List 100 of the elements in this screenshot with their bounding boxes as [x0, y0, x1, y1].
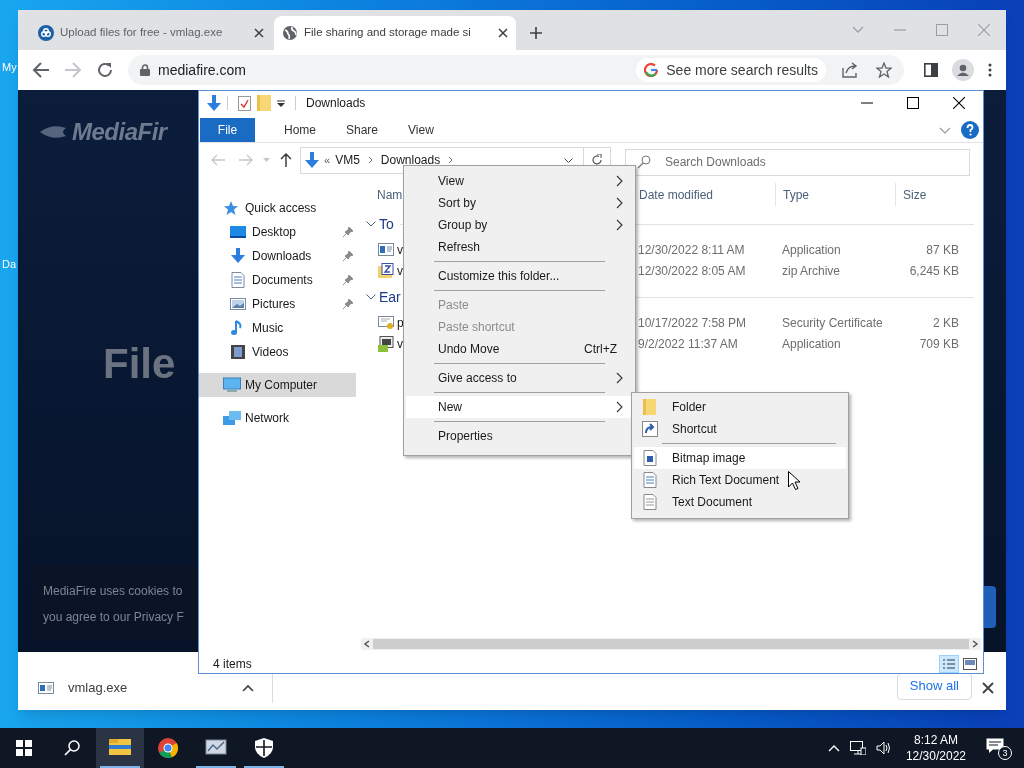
share-icon[interactable]	[842, 62, 860, 78]
pin-icon[interactable]	[343, 251, 353, 261]
start-icon[interactable]	[16, 740, 32, 756]
menu-item[interactable]: Customize this folder...	[406, 265, 633, 287]
pictures-icon	[230, 296, 248, 312]
chevron-up-icon[interactable]	[827, 744, 840, 752]
maximize-icon[interactable]	[907, 97, 919, 109]
menu-item[interactable]: Text Document	[634, 491, 846, 513]
table-cell-text: 2 KB	[932, 314, 960, 332]
profile-icon[interactable]	[952, 59, 974, 81]
menu-item[interactable]: Refresh	[406, 236, 633, 258]
nav-item[interactable]: Desktop	[199, 220, 361, 244]
close-icon[interactable]	[953, 97, 965, 109]
breadcrumb-item[interactable]: Downloads	[380, 151, 441, 169]
file-name[interactable]: v	[397, 261, 403, 280]
logo-text: MediaFir	[72, 117, 167, 147]
chevron-down-icon[interactable]	[564, 157, 573, 163]
table-cell-text: 9/2/2022 11:37 AM	[637, 335, 739, 353]
network-icon[interactable]	[849, 741, 866, 755]
menu-item[interactable]: Shortcut	[634, 418, 846, 440]
file-name[interactable]: v	[397, 240, 403, 259]
pin-icon[interactable]	[343, 299, 353, 309]
menu-item[interactable]: Folder	[634, 396, 846, 418]
column-header[interactable]: Date modified	[639, 185, 714, 204]
notification-count: 3	[998, 746, 1012, 760]
chevron-right-icon[interactable]	[616, 219, 623, 231]
column-header[interactable]: Nam	[377, 185, 403, 204]
table-cell-text: 12/30/2022 8:05 AM	[637, 262, 747, 280]
pin-icon[interactable]	[343, 227, 353, 237]
file-name[interactable]: v	[397, 334, 403, 353]
nav-item[interactable]: Network	[199, 406, 361, 430]
computer-icon	[223, 377, 241, 393]
ribbon-tab[interactable]: View	[393, 118, 449, 142]
refresh-icon[interactable]	[591, 154, 603, 166]
menu-item[interactable]: Give access to	[406, 367, 633, 389]
download-icon	[230, 248, 248, 264]
search-chip[interactable]: See more search results	[636, 58, 826, 82]
zip-folder-icon	[378, 262, 394, 279]
thumbnail-view-icon[interactable]	[963, 657, 977, 670]
dropdown-icon[interactable]	[277, 99, 285, 107]
browser-tab[interactable]: File sharing and storage made si	[274, 16, 516, 50]
horizontal-scrollbar[interactable]	[361, 638, 981, 650]
menu-item[interactable]: Bitmap image	[634, 447, 846, 469]
search-icon	[637, 154, 651, 169]
nav-item[interactable]: My Computer	[199, 373, 356, 397]
up-arrow-icon[interactable]	[280, 153, 292, 167]
file-name[interactable]: p	[397, 313, 404, 332]
nav-item[interactable]: Quick access	[199, 196, 361, 220]
group-header[interactable]: To	[379, 213, 394, 235]
image-file-icon	[642, 450, 658, 466]
window-title: Downloads	[306, 95, 366, 112]
reload-icon[interactable]	[96, 61, 114, 79]
browser-tab[interactable]: Upload files for free - vmlag.exe	[30, 16, 272, 50]
menu-item[interactable]: Properties	[406, 425, 633, 447]
menu-icon[interactable]	[988, 63, 992, 77]
ribbon-tab[interactable]: File	[200, 118, 255, 142]
menu-item[interactable]: Group by	[406, 214, 633, 236]
column-header[interactable]: Type	[783, 185, 809, 204]
nav-item[interactable]: Pictures	[199, 292, 361, 316]
text-file-icon	[642, 494, 658, 510]
close-icon[interactable]	[498, 28, 508, 38]
clock[interactable]: 8:12 AM 12/30/2022	[901, 732, 970, 764]
chevron-right-icon[interactable]	[616, 175, 623, 187]
ribbon-tab[interactable]: Share	[331, 118, 394, 142]
volume-icon[interactable]	[875, 741, 892, 755]
nav-item[interactable]: Documents	[199, 268, 361, 292]
menu-item[interactable]: Undo Move Ctrl+Z	[406, 338, 633, 360]
address-text: mediafire.com	[158, 60, 246, 80]
nav-item[interactable]: Music	[199, 316, 361, 340]
close-icon[interactable]	[982, 682, 994, 694]
chevron-down-icon[interactable]	[366, 221, 376, 227]
chevron-right-icon[interactable]	[616, 372, 623, 384]
pin-icon[interactable]	[343, 275, 353, 285]
table-cell-text: 709 KB	[918, 335, 960, 353]
back-icon[interactable]	[32, 61, 50, 79]
nav-item[interactable]: Videos	[199, 340, 361, 364]
chevron-right-icon[interactable]	[616, 401, 623, 413]
chevron-down-icon[interactable]	[366, 294, 376, 300]
details-view-icon[interactable]	[939, 654, 959, 673]
notification-button[interactable]: 3	[984, 736, 1014, 760]
help-icon[interactable]	[961, 121, 979, 139]
menu-item[interactable]: New	[406, 396, 633, 418]
side-panel-icon[interactable]	[924, 63, 938, 77]
group-header[interactable]: Ear	[379, 286, 401, 308]
search-field[interactable]: Search Downloads	[625, 148, 970, 176]
chevron-right-icon[interactable]	[616, 197, 623, 209]
menu-item[interactable]: Rich Text Document	[634, 469, 846, 491]
taskbar-app[interactable]	[96, 728, 144, 768]
breadcrumb-item[interactable]: VM5	[335, 151, 360, 169]
search-icon[interactable]	[64, 740, 80, 756]
close-icon[interactable]	[254, 28, 264, 38]
caret-up-icon[interactable]	[242, 684, 254, 692]
column-header[interactable]: Size	[903, 185, 927, 204]
ribbon-tab[interactable]: Home	[269, 118, 331, 142]
address-bar[interactable]: mediafire.com See more search results	[128, 55, 904, 85]
menu-item[interactable]: Sort by	[406, 192, 633, 214]
new-tab-icon[interactable]	[529, 26, 543, 40]
nav-item[interactable]: Downloads	[199, 244, 361, 268]
star-icon[interactable]	[876, 62, 892, 78]
breadcrumb-overflow[interactable]: «	[324, 151, 331, 169]
